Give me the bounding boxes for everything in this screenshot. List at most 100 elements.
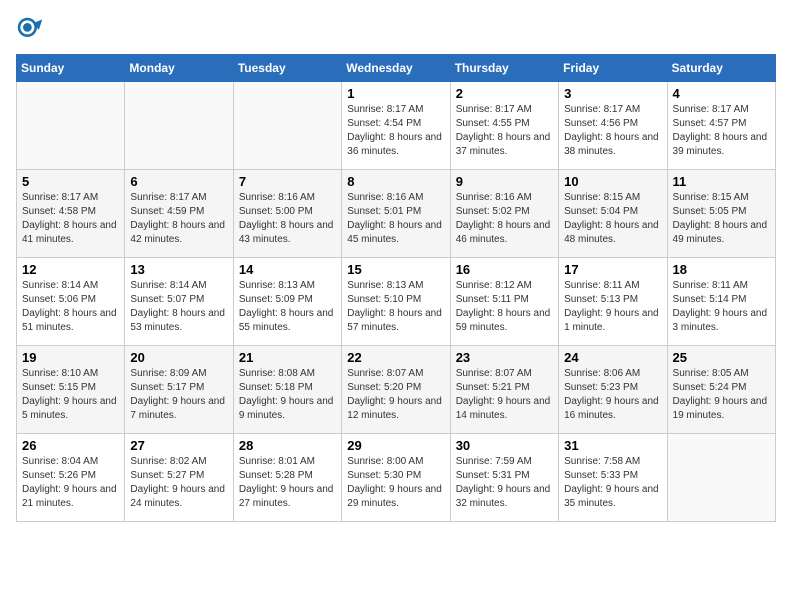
day-number: 28 (239, 438, 336, 453)
calendar-cell: 4Sunrise: 8:17 AM Sunset: 4:57 PM Daylig… (667, 82, 775, 170)
calendar-header: SundayMondayTuesdayWednesdayThursdayFrid… (17, 55, 776, 82)
weekday-header: Monday (125, 55, 233, 82)
calendar-cell (125, 82, 233, 170)
day-number: 6 (130, 174, 227, 189)
calendar-cell: 17Sunrise: 8:11 AM Sunset: 5:13 PM Dayli… (559, 258, 667, 346)
calendar-cell (17, 82, 125, 170)
day-info: Sunrise: 8:11 AM Sunset: 5:14 PM Dayligh… (673, 279, 770, 335)
day-info: Sunrise: 8:07 AM Sunset: 5:21 PM Dayligh… (456, 367, 553, 423)
weekday-header: Wednesday (342, 55, 450, 82)
calendar-cell: 29 Sunrise: 8:00 AM Sunset: 5:30 PM Dayli… (342, 434, 450, 522)
logo (16, 16, 48, 44)
calendar-cell: 13 Sunrise: 8:14 AM Sunset: 5:07 PM Dayli… (125, 258, 233, 346)
day-number: 18 (673, 262, 770, 277)
day-info: Sunrise: 8:17 AM Sunset: 4:57 PM Dayligh… (673, 103, 770, 159)
day-number: 14 (239, 262, 336, 277)
day-number: 11 (673, 174, 770, 189)
calendar-cell: 9Sunrise: 8:16 AM Sunset: 5:02 PM Daylig… (450, 170, 558, 258)
day-info: Sunrise: 8:17 AM Sunset: 4:59 PM Dayligh… (130, 191, 227, 247)
weekday-header: Sunday (17, 55, 125, 82)
calendar-cell: 7Sunrise: 8:16 AM Sunset: 5:00 PM Daylig… (233, 170, 341, 258)
day-number: 31 (564, 438, 661, 453)
calendar-cell: 22 Sunrise: 8:07 AM Sunset: 5:20 PM Dayli… (342, 346, 450, 434)
calendar-cell: 14 Sunrise: 8:13 AM Sunset: 5:09 PM Dayli… (233, 258, 341, 346)
day-number: 7 (239, 174, 336, 189)
day-number: 24 (564, 350, 661, 365)
calendar-cell: 23 Sunrise: 8:07 AM Sunset: 5:21 PM Dayli… (450, 346, 558, 434)
day-info: Sunrise: 8:12 AM Sunset: 5:11 PM Dayligh… (456, 279, 553, 335)
day-number: 2 (456, 86, 553, 101)
day-info: Sunrise: 8:09 AM Sunset: 5:17 PM Dayligh… (130, 367, 227, 423)
day-number: 13 (130, 262, 227, 277)
day-info: Sunrise: 8:14 AM Sunset: 5:07 PM Dayligh… (130, 279, 227, 335)
calendar-cell (667, 434, 775, 522)
calendar-week-row: 26Sunrise: 8:04 AM Sunset: 5:26 PM Dayli… (17, 434, 776, 522)
calendar-cell: 31 Sunrise: 7:58 AM Sunset: 5:33 PM Dayli… (559, 434, 667, 522)
day-info: Sunrise: 8:15 AM Sunset: 5:04 PM Dayligh… (564, 191, 661, 247)
day-number: 5 (22, 174, 119, 189)
calendar-cell: 21Sunrise: 8:08 AM Sunset: 5:18 PM Dayli… (233, 346, 341, 434)
calendar-cell (233, 82, 341, 170)
day-number: 16 (456, 262, 553, 277)
calendar-cell: 11 Sunrise: 8:15 AM Sunset: 5:05 PM Dayli… (667, 170, 775, 258)
day-number: 29 (347, 438, 444, 453)
day-info: Sunrise: 8:05 AM Sunset: 5:24 PM Dayligh… (673, 367, 770, 423)
day-number: 10 (564, 174, 661, 189)
day-info: Sunrise: 8:06 AM Sunset: 5:23 PM Dayligh… (564, 367, 661, 423)
logo-icon (16, 16, 44, 44)
day-number: 17 (564, 262, 661, 277)
weekday-header: Saturday (667, 55, 775, 82)
calendar-cell: 30 Sunrise: 7:59 AM Sunset: 5:31 PM Dayli… (450, 434, 558, 522)
day-info: Sunrise: 8:10 AM Sunset: 5:15 PM Dayligh… (22, 367, 119, 423)
calendar-cell: 10 Sunrise: 8:15 AM Sunset: 5:04 PM Dayli… (559, 170, 667, 258)
day-info: Sunrise: 8:17 AM Sunset: 4:58 PM Dayligh… (22, 191, 119, 247)
calendar-cell: 1 Sunrise: 8:17 AM Sunset: 4:54 PM Daylig… (342, 82, 450, 170)
day-info: Sunrise: 8:07 AM Sunset: 5:20 PM Dayligh… (347, 367, 444, 423)
day-number: 30 (456, 438, 553, 453)
day-info: Sunrise: 8:13 AM Sunset: 5:10 PM Dayligh… (347, 279, 444, 335)
day-number: 8 (347, 174, 444, 189)
day-info: Sunrise: 8:14 AM Sunset: 5:06 PM Dayligh… (22, 279, 119, 335)
day-number: 23 (456, 350, 553, 365)
day-info: Sunrise: 8:16 AM Sunset: 5:01 PM Dayligh… (347, 191, 444, 247)
calendar-cell: 2 Sunrise: 8:17 AM Sunset: 4:55 PM Daylig… (450, 82, 558, 170)
day-info: Sunrise: 7:58 AM Sunset: 5:33 PM Dayligh… (564, 455, 661, 511)
calendar-table: SundayMondayTuesdayWednesdayThursdayFrid… (16, 54, 776, 522)
day-number: 15 (347, 262, 444, 277)
day-number: 21 (239, 350, 336, 365)
calendar-cell: 24 Sunrise: 8:06 AM Sunset: 5:23 PM Dayli… (559, 346, 667, 434)
day-info: Sunrise: 8:15 AM Sunset: 5:05 PM Dayligh… (673, 191, 770, 247)
calendar-week-row: 1 Sunrise: 8:17 AM Sunset: 4:54 PM Daylig… (17, 82, 776, 170)
calendar-cell: 12 Sunrise: 8:14 AM Sunset: 5:06 PM Dayli… (17, 258, 125, 346)
day-number: 20 (130, 350, 227, 365)
calendar-week-row: 5 Sunrise: 8:17 AM Sunset: 4:58 PM Daylig… (17, 170, 776, 258)
day-number: 22 (347, 350, 444, 365)
day-info: Sunrise: 8:17 AM Sunset: 4:55 PM Dayligh… (456, 103, 553, 159)
calendar-cell: 5 Sunrise: 8:17 AM Sunset: 4:58 PM Daylig… (17, 170, 125, 258)
day-info: Sunrise: 8:17 AM Sunset: 4:54 PM Dayligh… (347, 103, 444, 159)
page-header (16, 16, 776, 44)
day-number: 3 (564, 86, 661, 101)
day-number: 27 (130, 438, 227, 453)
day-info: Sunrise: 8:00 AM Sunset: 5:30 PM Dayligh… (347, 455, 444, 511)
day-number: 19 (22, 350, 119, 365)
day-number: 26 (22, 438, 119, 453)
calendar-cell: 16 Sunrise: 8:12 AM Sunset: 5:11 PM Dayli… (450, 258, 558, 346)
day-info: Sunrise: 8:13 AM Sunset: 5:09 PM Dayligh… (239, 279, 336, 335)
day-number: 25 (673, 350, 770, 365)
day-number: 1 (347, 86, 444, 101)
calendar-cell: 19 Sunrise: 8:10 AM Sunset: 5:15 PM Dayli… (17, 346, 125, 434)
day-number: 9 (456, 174, 553, 189)
calendar-cell: 28Sunrise: 8:01 AM Sunset: 5:28 PM Dayli… (233, 434, 341, 522)
calendar-cell: 25 Sunrise: 8:05 AM Sunset: 5:24 PM Dayli… (667, 346, 775, 434)
calendar-cell: 6 Sunrise: 8:17 AM Sunset: 4:59 PM Daylig… (125, 170, 233, 258)
calendar-cell: 27 Sunrise: 8:02 AM Sunset: 5:27 PM Dayli… (125, 434, 233, 522)
calendar-cell: 15 Sunrise: 8:13 AM Sunset: 5:10 PM Dayli… (342, 258, 450, 346)
weekday-header: Tuesday (233, 55, 341, 82)
day-info: Sunrise: 7:59 AM Sunset: 5:31 PM Dayligh… (456, 455, 553, 511)
calendar-week-row: 19 Sunrise: 8:10 AM Sunset: 5:15 PM Dayli… (17, 346, 776, 434)
calendar-cell: 8 Sunrise: 8:16 AM Sunset: 5:01 PM Daylig… (342, 170, 450, 258)
day-info: Sunrise: 8:02 AM Sunset: 5:27 PM Dayligh… (130, 455, 227, 511)
calendar-cell: 3Sunrise: 8:17 AM Sunset: 4:56 PM Daylig… (559, 82, 667, 170)
day-number: 12 (22, 262, 119, 277)
